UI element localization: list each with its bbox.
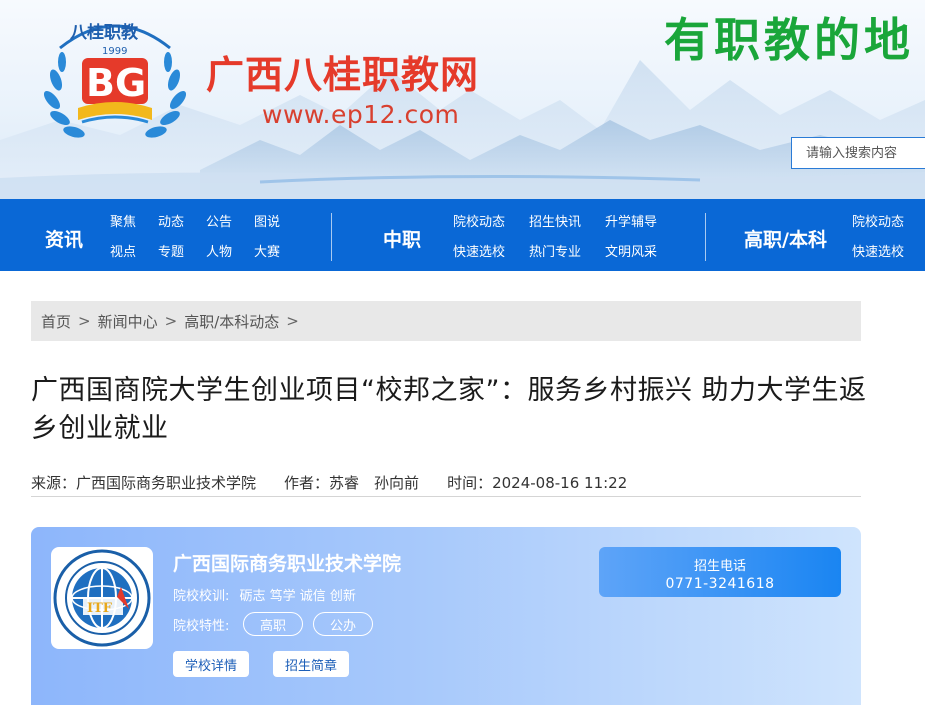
nav-section-news[interactable]: 资讯 [45,225,83,252]
trait-badge-higher-vocational: 高职 [243,612,303,636]
nav-link-enrollment-news[interactable]: 招生快讯 [529,211,581,230]
breadcrumb-separator: > [78,312,91,330]
nav-link-focus[interactable]: 聚焦 [110,211,136,230]
breadcrumb-separator: > [286,312,299,330]
source-label: 来源： [31,474,77,492]
article-meta: 来源：广西国际商务职业技术学院 作者：苏睿 孙向前 时间：2024-08-16 11… [31,472,627,493]
traits-label: 院校特性: [173,619,230,634]
slogan-text: 有职教的地 [664,13,914,67]
search-box [791,137,925,169]
nav-link-viewpoint[interactable]: 视点 [110,241,136,260]
article-title: 广西国商院大学生创业项目“校邦之家”：服务乡村振兴 助力大学生返乡创业就业 [31,375,867,444]
nav-link-pictures[interactable]: 图说 [254,211,280,230]
site-name[interactable]: 广西八桂职教网 [206,44,479,99]
nav-link-higher-school-news[interactable]: 院校动态 [852,211,904,230]
meta-divider [31,496,861,497]
school-info-card: ITF 广西国际商务职业技术学院 院校校训: 砺志 笃学 诚信 创新 院校特性:… [31,527,861,705]
phone-label: 招生电话 [693,559,746,574]
motto-label: 院校校训: [173,589,230,604]
nav-divider [705,213,706,261]
nav-link-admission-guide[interactable]: 升学辅导 [605,211,657,230]
school-name[interactable]: 广西国际商务职业技术学院 [173,549,401,576]
school-detail-button[interactable]: 学校详情 [173,651,249,677]
breadcrumb: 首页 > 新闻中心 > 高职/本科动态 > [31,301,861,341]
svg-text:ITF: ITF [87,601,113,616]
school-logo[interactable]: ITF [51,547,153,649]
nav-divider [331,213,332,261]
enrollment-phone-box[interactable]: 招生电话 0771-3241618 [599,547,841,597]
search-input[interactable] [792,138,925,168]
nav-section-secondary-vocational[interactable]: 中职 [383,225,421,252]
enrollment-brochure-button[interactable]: 招生简章 [273,651,349,677]
breadcrumb-separator: > [164,312,178,330]
nav-link-dynamics[interactable]: 动态 [158,211,184,230]
breadcrumb-home[interactable]: 首页 [41,311,71,332]
article-authors: 苏睿 孙向前 [329,474,420,492]
school-motto-row: 院校校训: 砺志 笃学 诚信 创新 [173,585,356,604]
nav-link-announcement[interactable]: 公告 [206,211,232,230]
nav-link-topics[interactable]: 专题 [158,241,184,260]
site-url[interactable]: www.ep12.com [262,100,459,129]
breadcrumb-news-center[interactable]: 新闻中心 [98,311,158,332]
author-label: 作者： [284,474,330,492]
svg-text:BG: BG [86,61,146,105]
svg-text:1999: 1999 [102,46,127,57]
trait-badge-public: 公办 [313,612,373,636]
nav-link-higher-quick-select[interactable]: 快速选校 [852,241,904,260]
nav-section-higher-vocational[interactable]: 高职/本科 [744,225,827,252]
nav-link-popular-majors[interactable]: 热门专业 [529,241,581,260]
nav-link-school-news[interactable]: 院校动态 [453,211,505,230]
nav-link-contest[interactable]: 大赛 [254,241,280,260]
breadcrumb-higher-vocational-news[interactable]: 高职/本科动态 [184,311,279,332]
time-label: 时间： [447,474,493,492]
school-motto: 砺志 笃学 诚信 创新 [239,589,356,604]
site-header: 八桂职教 1999 BG 广西八桂职教网 www.ep12.com 有职教的地 [0,0,925,199]
nav-link-quick-school-select[interactable]: 快速选校 [453,241,505,260]
article-time: 2024-08-16 11:22 [492,474,628,492]
site-logo-emblem[interactable]: 八桂职教 1999 BG [40,8,190,146]
main-nav: 资讯 聚焦 动态 公告 图说 视点 专题 人物 大赛 中职 院校动态 招生快讯 … [0,199,925,271]
phone-number: 0771-3241618 [665,576,775,592]
svg-text:八桂职教: 八桂职教 [70,22,139,43]
nav-link-people[interactable]: 人物 [206,241,232,260]
nav-link-civilization-style[interactable]: 文明风采 [605,241,657,260]
article-source: 广西国际商务职业技术学院 [76,474,257,492]
